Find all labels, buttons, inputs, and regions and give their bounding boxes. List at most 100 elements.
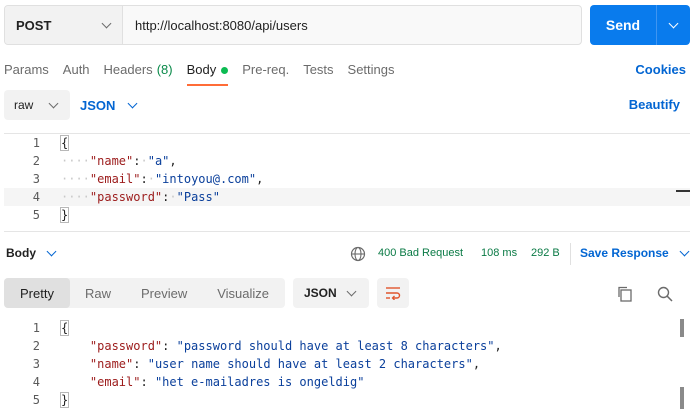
tab-visualize[interactable]: Visualize xyxy=(202,278,284,308)
body-language-label: JSON xyxy=(80,97,116,113)
request-bar: POST http://localhost:8080/api/users xyxy=(4,5,582,45)
json-value: "password should have at least 8 charact… xyxy=(176,339,495,353)
code-line: 2 ····"name":·"a", xyxy=(4,152,690,170)
line-number: 5 xyxy=(32,393,40,407)
json-punct: , xyxy=(472,357,481,371)
send-options-button[interactable] xyxy=(657,5,690,45)
request-body-editor[interactable]: 1 { 2 ····"name":·"a", 3 ····"email":·"i… xyxy=(4,133,690,232)
code-line: 5 } xyxy=(4,206,690,224)
tab-pretty[interactable]: Pretty xyxy=(4,278,70,308)
code-line: 1 { xyxy=(4,319,690,337)
line-number: 4 xyxy=(32,375,40,389)
json-key: "password" xyxy=(89,339,163,353)
line-number: 1 xyxy=(32,321,40,335)
response-format-label: JSON xyxy=(304,286,337,300)
brace: { xyxy=(59,320,70,336)
brace: } xyxy=(59,207,70,223)
code-line: 3 "name": "user name should have at leas… xyxy=(4,355,690,373)
json-punct: , xyxy=(169,154,177,168)
headers-count: (8) xyxy=(156,62,173,77)
json-value: "Pass" xyxy=(176,190,220,204)
tab-label: Tests xyxy=(303,62,334,77)
json-key: "name" xyxy=(89,357,134,371)
body-indicator-dot xyxy=(221,67,229,74)
code-line: 3 ····"email":·"intoyou@.com", xyxy=(4,170,690,188)
json-value: "user name should have at least 2 charac… xyxy=(147,357,473,371)
tab-headers[interactable]: Headers (8) xyxy=(104,60,173,86)
brace: } xyxy=(59,392,70,408)
json-key: "password" xyxy=(89,190,163,204)
code-line: 5 } xyxy=(4,391,690,409)
chevron-down-icon xyxy=(679,246,690,256)
code-line: 1 { xyxy=(4,134,690,152)
cookies-link[interactable]: Cookies xyxy=(635,62,686,77)
chevron-down-icon xyxy=(48,98,59,108)
json-punct: , xyxy=(256,172,264,186)
line-number: 3 xyxy=(32,357,40,371)
json-value: "intoyou@.com" xyxy=(154,172,257,186)
response-body-select[interactable]: Body xyxy=(6,246,57,260)
json-key: "email" xyxy=(89,172,141,186)
code-line: 4 ····"password":·"Pass" xyxy=(4,188,690,206)
tab-label: Params xyxy=(4,62,49,77)
json-value: "a" xyxy=(147,154,170,168)
tab-preview[interactable]: Preview xyxy=(126,278,202,308)
response-view-tabs: Pretty Raw Preview Visualize xyxy=(4,278,285,308)
response-body-viewer[interactable]: 1 { 2 "password": "password should have … xyxy=(4,319,690,413)
chevron-down-icon xyxy=(46,246,57,256)
body-language-select[interactable]: JSON xyxy=(80,90,138,120)
json-key: "name" xyxy=(89,154,134,168)
beautify-button[interactable]: Beautify xyxy=(629,97,680,112)
scrollbar-thumb[interactable] xyxy=(680,319,684,337)
response-status[interactable]: 400 Bad Request xyxy=(378,247,463,259)
json-punct: , xyxy=(494,339,502,353)
scrollbar-thumb[interactable] xyxy=(680,387,684,409)
tab-label: Headers xyxy=(103,62,153,77)
send-button-group: Send xyxy=(590,5,690,45)
save-response-button[interactable]: Save Response xyxy=(580,246,690,260)
overview-ruler-marker xyxy=(676,190,690,192)
brace: { xyxy=(59,135,70,151)
wrap-lines-button[interactable] xyxy=(377,278,409,308)
json-value: "het e-mailadres is ongeldig" xyxy=(154,375,365,389)
search-icon[interactable] xyxy=(656,285,674,303)
tab-label: Settings xyxy=(347,62,395,77)
json-key: "email" xyxy=(89,375,141,389)
send-button[interactable]: Send xyxy=(590,5,657,45)
method-select[interactable]: POST xyxy=(5,6,123,44)
response-format-select[interactable]: JSON xyxy=(293,278,369,308)
tab-label: Auth xyxy=(62,62,90,77)
tab-pre-request[interactable]: Pre-req. xyxy=(242,60,289,86)
tab-raw[interactable]: Raw xyxy=(70,278,126,308)
code-line: 2 "password": "password should have at l… xyxy=(4,337,690,355)
tab-params[interactable]: Params xyxy=(4,60,49,86)
line-number: 2 xyxy=(32,339,40,353)
tab-settings[interactable]: Settings xyxy=(348,60,395,86)
tab-body[interactable]: Body xyxy=(186,60,229,86)
url-input[interactable]: http://localhost:8080/api/users xyxy=(123,6,581,44)
tab-label: Body xyxy=(186,62,217,77)
chevron-down-icon xyxy=(346,286,357,296)
request-tabs: Params Auth Headers (8) Body Pre-req. Tes… xyxy=(4,60,409,86)
save-response-label: Save Response xyxy=(580,246,669,260)
response-time[interactable]: 108 ms xyxy=(481,247,517,259)
line-number: 4 xyxy=(32,190,40,204)
code-line: 4 "email": "het e-mailadres is ongeldig" xyxy=(4,373,690,391)
response-size[interactable]: 292 B xyxy=(531,247,560,259)
line-number: 5 xyxy=(32,208,40,222)
chevron-down-icon xyxy=(101,18,112,28)
wrap-lines-icon xyxy=(386,287,401,300)
chevron-down-icon xyxy=(668,18,679,28)
copy-icon[interactable] xyxy=(616,285,634,303)
tab-tests[interactable]: Tests xyxy=(303,60,333,86)
method-label: POST xyxy=(16,17,52,33)
response-section-label: Body xyxy=(6,246,36,260)
chevron-down-icon xyxy=(127,98,138,108)
divider xyxy=(570,243,571,265)
tab-label: Pre-req. xyxy=(242,62,290,77)
body-mode-label: raw xyxy=(14,98,34,112)
line-number: 1 xyxy=(32,136,40,150)
globe-icon[interactable] xyxy=(350,246,366,262)
body-mode-select[interactable]: raw xyxy=(4,90,70,120)
tab-auth[interactable]: Auth xyxy=(63,60,90,86)
